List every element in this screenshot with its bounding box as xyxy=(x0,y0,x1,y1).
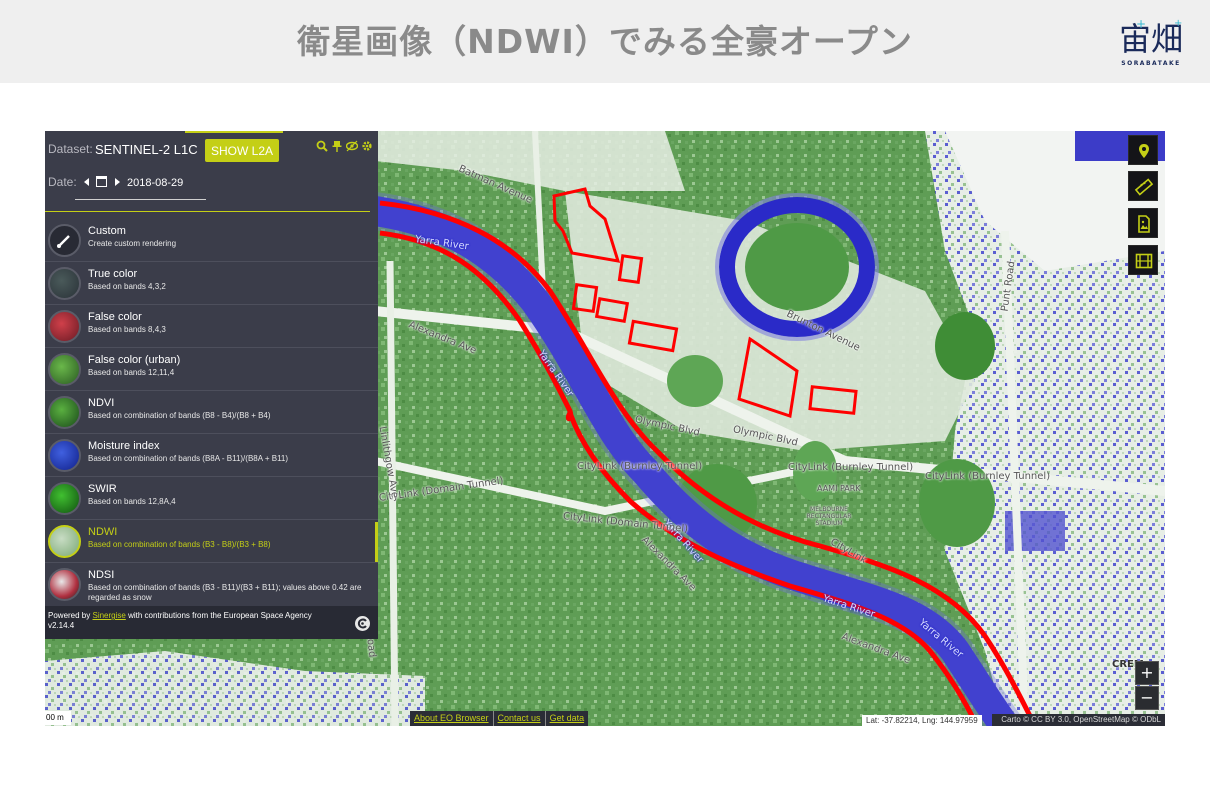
location-pin-icon xyxy=(1139,144,1149,158)
layer-desc: Based on combination of bands (B3 - B11)… xyxy=(88,583,362,602)
date-underline xyxy=(75,199,206,200)
layer-desc: Based on bands 12,8A,4 xyxy=(88,497,176,506)
scale-bar: 00 m xyxy=(45,711,71,725)
image-export-icon xyxy=(1138,215,1150,233)
layer-name: NDWI xyxy=(88,526,118,538)
ruler-icon xyxy=(1134,178,1154,196)
export-image-button[interactable] xyxy=(1128,208,1158,238)
layer-desc: Based on bands 4,3,2 xyxy=(88,282,166,291)
eye-icon[interactable] xyxy=(345,140,359,152)
moisture-index-thumbnail xyxy=(48,439,81,472)
date-prev-icon[interactable] xyxy=(84,178,89,186)
layer-item-ndsi[interactable]: NDSI Based on combination of bands (B3 -… xyxy=(45,563,378,607)
powered-suffix: with contributions from the European Spa… xyxy=(128,611,312,620)
top-accent-bar xyxy=(185,131,283,133)
layer-name: NDSI xyxy=(88,569,115,581)
layer-desc: Based on combination of bands (B8 - B4)/… xyxy=(88,411,271,420)
layer-desc: Based on bands 12,11,4 xyxy=(88,368,175,377)
panel-separator xyxy=(45,211,370,212)
panel-footer: Powered by Sinergise with contributions … xyxy=(45,606,378,639)
layer-desc: Based on combination of bands (B3 - B8)/… xyxy=(88,540,271,549)
sidebar-panel: Dataset: SENTINEL-2 L1C SHOW L2A Date: 2… xyxy=(45,131,378,639)
layer-item-ndvi[interactable]: NDVI Based on combination of bands (B8 -… xyxy=(45,391,378,434)
contact-us-link[interactable]: Contact us xyxy=(494,711,546,726)
map-view[interactable]: Yarra River Yarra River Yarra River Yarr… xyxy=(45,131,1165,726)
panel-icons xyxy=(316,140,373,152)
panel-header: Dataset: SENTINEL-2 L1C SHOW L2A Date: 2… xyxy=(45,131,378,212)
logo-wordmark: SORABATAKE xyxy=(1121,60,1181,67)
layer-item-moisture-index[interactable]: Moisture index Based on combination of b… xyxy=(45,434,378,477)
powered-prefix: Powered by xyxy=(48,611,91,620)
date-next-icon[interactable] xyxy=(115,178,120,186)
svg-text:+: + xyxy=(1136,17,1146,31)
layer-item-custom[interactable]: Custom Create custom rendering xyxy=(45,219,378,262)
about-eo-browser-link[interactable]: About EO Browser xyxy=(410,711,494,726)
gear-icon[interactable] xyxy=(361,140,373,152)
zoom-in-button[interactable]: + xyxy=(1135,661,1159,685)
layer-name: Custom xyxy=(88,225,126,237)
get-data-link[interactable]: Get data xyxy=(546,711,589,726)
film-icon xyxy=(1135,253,1153,269)
coordinates-readout: Lat: -37.82214, Lng: 144.97959 xyxy=(862,715,982,726)
date-label: Date: xyxy=(48,175,77,189)
layer-name: False color (urban) xyxy=(88,354,181,366)
sinergise-link[interactable]: Sinergise xyxy=(92,611,125,620)
layer-item-true-color[interactable]: True color Based on bands 4,3,2 xyxy=(45,262,378,305)
dataset-label: Dataset: xyxy=(48,142,93,156)
map-label-aami-park: AAMI PARK xyxy=(817,484,861,493)
measure-button[interactable] xyxy=(1128,171,1158,201)
layer-item-false-color[interactable]: False color Based on bands 8,4,3 xyxy=(45,305,378,348)
swir-thumbnail xyxy=(48,482,81,515)
layer-item-false-color-urban[interactable]: False color (urban) Based on bands 12,11… xyxy=(45,348,378,391)
true-color-thumbnail xyxy=(48,267,81,300)
search-icon[interactable] xyxy=(316,140,328,152)
version-text: v2.14.4 xyxy=(48,621,75,630)
layer-name: True color xyxy=(88,268,138,280)
layer-list: Custom Create custom rendering True colo… xyxy=(45,219,378,607)
esa-logo-icon[interactable] xyxy=(355,616,370,631)
map-label-stadium: MELBOURNE RECTANGULAR STADIUM xyxy=(806,506,852,527)
ndvi-thumbnail xyxy=(48,396,81,429)
layer-item-swir[interactable]: SWIR Based on bands 12,8A,4 xyxy=(45,477,378,520)
layer-name: Moisture index xyxy=(88,440,160,452)
layer-name: False color xyxy=(88,311,142,323)
map-attribution: Carto © CC BY 3.0, OpenStreetMap © ODbL xyxy=(992,714,1165,726)
layer-name: SWIR xyxy=(88,483,117,495)
dataset-value[interactable]: SENTINEL-2 L1C xyxy=(95,142,198,157)
powered-by-text: Powered by Sinergise with contributions … xyxy=(48,611,348,631)
show-l2a-button[interactable]: SHOW L2A xyxy=(205,139,279,162)
false-color-urban-thumbnail xyxy=(48,353,81,386)
brush-icon xyxy=(48,224,81,257)
svg-text:+: + xyxy=(1174,18,1182,29)
false-color-thumbnail xyxy=(48,310,81,343)
zoom-out-button[interactable]: − xyxy=(1135,686,1159,710)
layer-desc: Based on bands 8,4,3 xyxy=(88,325,166,334)
ndsi-thumbnail xyxy=(48,568,81,601)
timelapse-button[interactable] xyxy=(1128,245,1158,275)
bottom-links: About EO Browser Contact us Get data xyxy=(410,711,589,726)
ndwi-thumbnail xyxy=(48,525,81,558)
date-value[interactable]: 2018-08-29 xyxy=(127,177,183,189)
layer-desc: Based on combination of bands (B8A - B11… xyxy=(88,454,289,463)
map-label-citylink-burnley: CityLink (Burnley Tunnel) xyxy=(577,461,703,472)
layer-name: NDVI xyxy=(88,397,115,409)
slide-header: 衛星画像（NDWI）でみる全豪オープン 宙畑 + + SORABATAKE xyxy=(0,0,1210,83)
map-label-citylink-burnley-2: CityLink (Burnley Tunnel) xyxy=(788,462,914,473)
sorabatake-logo: 宙畑 + + SORABATAKE xyxy=(1108,12,1194,72)
layer-item-ndwi[interactable]: NDWI Based on combination of bands (B3 -… xyxy=(45,520,378,563)
layer-desc: Create custom rendering xyxy=(88,239,177,248)
slide-title: 衛星画像（NDWI）でみる全豪オープン xyxy=(297,22,913,61)
location-pin-button[interactable] xyxy=(1128,135,1158,165)
calendar-icon[interactable] xyxy=(96,176,107,187)
map-label-citylink-burnley-3: CityLink (Burnley Tunnel) xyxy=(925,471,1051,482)
pin-icon[interactable] xyxy=(331,140,343,152)
